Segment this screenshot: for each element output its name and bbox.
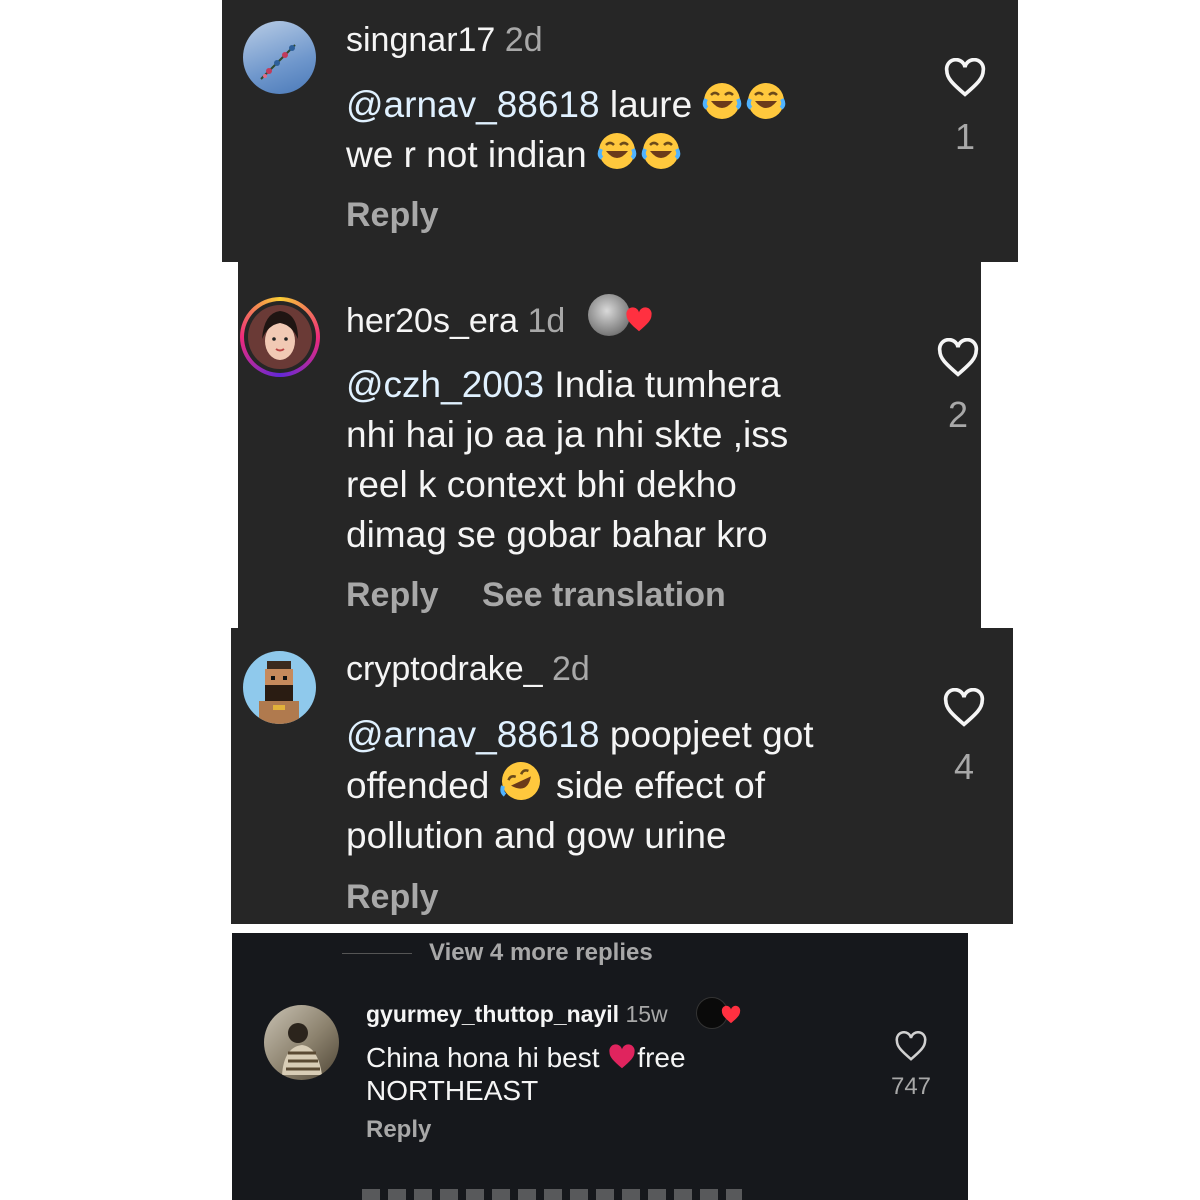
comment-timestamp: 2d — [504, 21, 543, 59]
comment-panel-1: singnar17 2d @arnav_88618 laure we r not… — [222, 0, 1018, 262]
red-heart-emoji — [609, 1044, 635, 1069]
like-count: 1 — [954, 116, 976, 157]
next-comment-peek — [362, 1189, 742, 1200]
author-liked-badge — [588, 294, 662, 342]
avatar-flowers-image — [260, 44, 296, 80]
avatar-pixel-art-image — [259, 661, 299, 724]
comment-panel-3: cryptodrake_ 2d @arnav_88618 poopjeet go… — [231, 628, 1013, 924]
avatar-girl-image — [248, 305, 312, 369]
avatar[interactable] — [240, 297, 320, 377]
avatar[interactable] — [243, 21, 316, 94]
reply-button[interactable]: Reply — [346, 576, 439, 615]
comment-username[interactable]: cryptodrake_ 2d — [346, 650, 590, 689]
comment-text: @arnav_88618 poopjeet got offended side … — [346, 714, 814, 856]
mention-link[interactable]: @czh_2003 — [346, 364, 544, 405]
laughing-tears-emoji — [746, 81, 786, 121]
see-translation-button[interactable]: See translation — [482, 576, 726, 615]
heart-icon[interactable] — [943, 58, 987, 98]
laughing-tears-emoji — [597, 131, 637, 171]
like-count: 2 — [947, 394, 969, 435]
mention-link[interactable]: @arnav_88618 — [346, 84, 600, 125]
red-heart-icon — [721, 1005, 741, 1024]
avatar-person-image — [282, 1023, 322, 1075]
avatar[interactable] — [243, 651, 316, 724]
red-heart-icon — [626, 307, 652, 332]
comment-username[interactable]: gyurmey_thuttop_nayil 15w — [366, 1001, 668, 1028]
reply-button[interactable]: Reply — [346, 878, 439, 917]
reply-button[interactable]: Reply — [366, 1116, 431, 1144]
comment-timestamp: 1d — [527, 302, 566, 340]
comment-username[interactable]: her20s_era 1d — [346, 302, 565, 341]
heart-icon[interactable] — [936, 338, 980, 378]
comment-text: China hona hi best free NORTHEAST — [366, 1042, 686, 1106]
comment-username[interactable]: singnar17 2d — [346, 21, 543, 60]
author-liked-badge — [696, 997, 746, 1029]
avatar[interactable] — [264, 1005, 339, 1080]
laughing-tears-emoji — [641, 131, 681, 171]
reply-button[interactable]: Reply — [346, 196, 439, 235]
view-more-divider — [342, 953, 412, 954]
heart-icon[interactable] — [894, 1031, 928, 1062]
laughing-tears-emoji — [702, 81, 742, 121]
comment-text: @czh_2003 India tumhera nhi hai jo aa ja… — [346, 364, 789, 555]
view-more-replies-button[interactable]: View 4 more replies — [429, 939, 653, 967]
comment-timestamp: 2d — [552, 650, 590, 688]
like-count: 747 — [890, 1073, 932, 1100]
heart-icon[interactable] — [942, 688, 986, 728]
rolling-laughing-emoji — [499, 760, 542, 802]
comment-panel-4: View 4 more replies gyurmey_thuttop_nayi… — [232, 933, 968, 1200]
mention-link[interactable]: @arnav_88618 — [346, 714, 600, 755]
comment-timestamp: 15w — [625, 1001, 668, 1027]
comment-text: @arnav_88618 laure we r not indian — [346, 80, 866, 180]
like-count: 4 — [953, 746, 975, 787]
comment-panel-2: her20s_era 1d @czh_2003 India tumhera nh… — [238, 262, 981, 628]
